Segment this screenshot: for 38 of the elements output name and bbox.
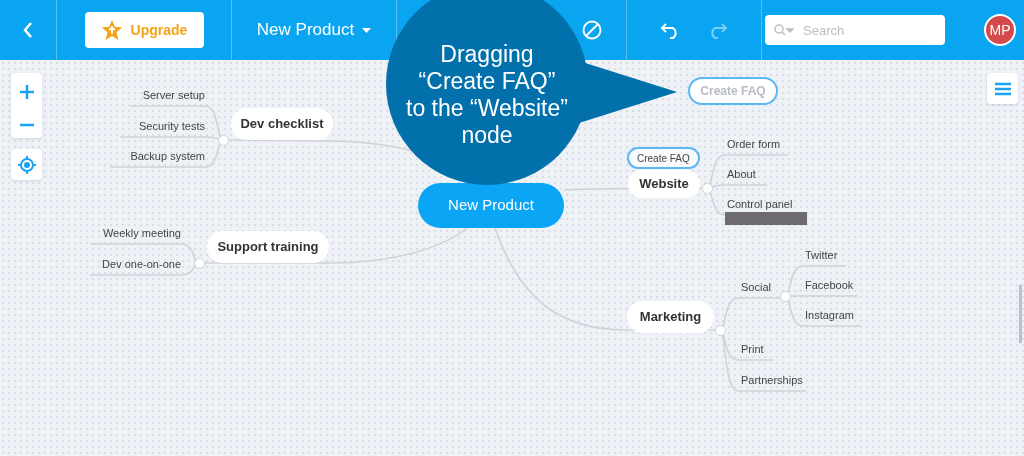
mind-map-node[interactable]: Support training	[207, 231, 329, 263]
mind-map-node[interactable]: About	[727, 166, 756, 183]
mind-map-node[interactable]: Website	[628, 170, 700, 198]
mind-map-node[interactable]: Print	[741, 341, 764, 358]
zoom-in-icon[interactable]	[18, 84, 35, 101]
menu-button[interactable]	[987, 73, 1018, 104]
callout-bubble: Dragging “Create FAQ” to the “Website” node	[386, 0, 588, 185]
menu-icon	[994, 81, 1011, 96]
star-icon	[100, 19, 123, 41]
collapse-handle[interactable]	[714, 324, 726, 336]
mind-map-node[interactable]: Marketing	[627, 301, 714, 333]
mind-map-node[interactable]: Social	[741, 279, 771, 296]
zoom-out-icon[interactable]	[18, 122, 35, 127]
target-icon	[16, 154, 37, 175]
drop-preview-node: Create FAQ	[627, 147, 700, 169]
mind-map-node[interactable]: Server setup	[130, 87, 205, 104]
mind-map-node[interactable]: Instagram	[805, 307, 854, 324]
collapse-handle[interactable]	[701, 182, 713, 194]
mind-map-node[interactable]: Dev one-on-one	[90, 256, 181, 273]
search-field[interactable]: Search	[765, 15, 945, 45]
mind-map-node[interactable]: Twitter	[805, 247, 838, 264]
mind-map-node[interactable]: Dev checklist	[231, 108, 333, 140]
caret-icon	[362, 27, 372, 33]
user-avatar[interactable]: MP	[984, 14, 1016, 46]
collapse-handle[interactable]	[779, 290, 791, 302]
collapse-handle[interactable]	[193, 257, 205, 269]
search-icon	[774, 24, 794, 36]
mind-map-node[interactable]: Weekly meeting	[90, 225, 181, 242]
mind-map-node[interactable]: Order form	[727, 136, 781, 153]
mind-map-node[interactable]: Security tests	[120, 118, 205, 135]
mind-map-node[interactable]: Partnerships	[741, 372, 803, 389]
mind-map-node[interactable]: Backup system	[110, 148, 205, 165]
scrollbar-thumb[interactable]	[1019, 285, 1022, 343]
mind-map-node[interactable]: Control panel	[727, 196, 793, 213]
block-icon[interactable]	[582, 20, 602, 40]
center-map-button[interactable]	[11, 149, 42, 180]
mind-map-node[interactable]: Facebook	[805, 277, 854, 294]
collapse-handle[interactable]	[217, 134, 229, 146]
